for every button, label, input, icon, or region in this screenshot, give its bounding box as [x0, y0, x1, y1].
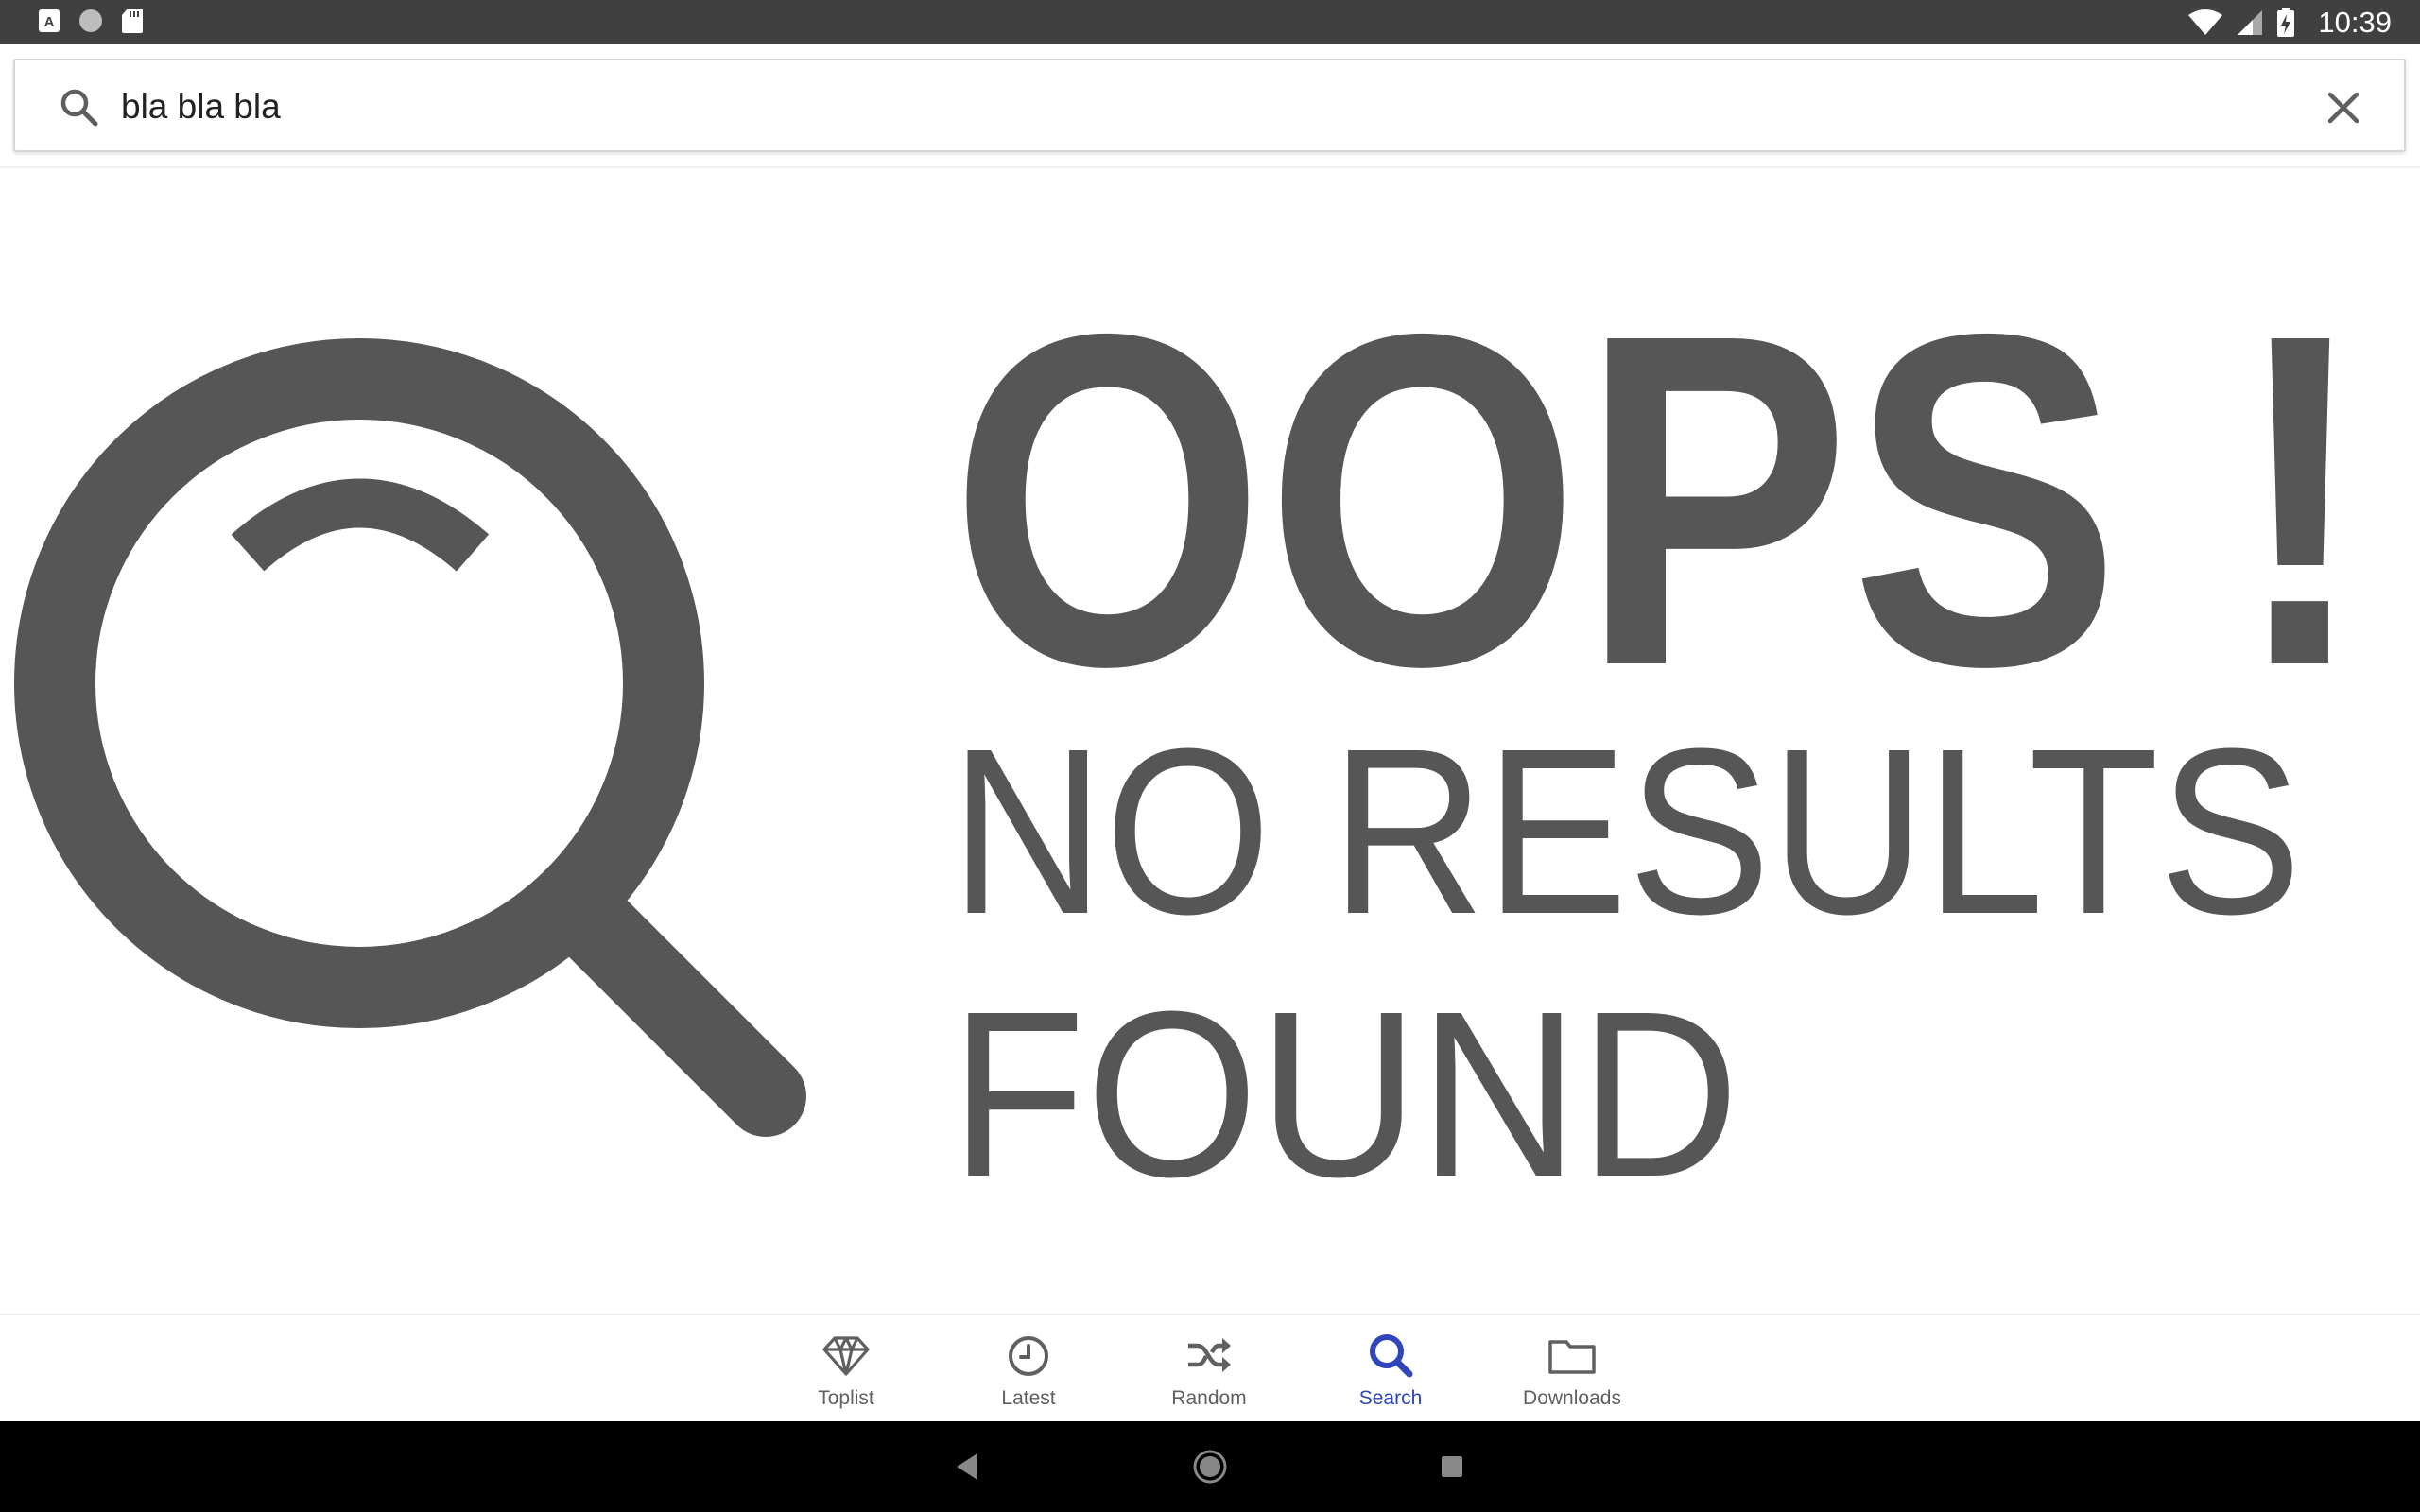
bottom-nav: Toplist Latest Random Search Downloads: [0, 1314, 2420, 1421]
system-nav-bar: [0, 1421, 2420, 1512]
search-input[interactable]: [121, 77, 2238, 136]
sd-card-icon: [122, 9, 143, 33]
svg-text:A: A: [44, 14, 55, 30]
empty-title: OOPS !: [950, 235, 2368, 764]
empty-subtitle-line2: FOUND: [950, 962, 1739, 1226]
magnifier-illustration-icon: [14, 338, 806, 1137]
diamond-icon: [822, 1336, 870, 1376]
nav-label-random: Random: [1171, 1387, 1247, 1409]
folder-icon: [1548, 1340, 1596, 1374]
nav-label-downloads: Downloads: [1523, 1387, 1621, 1409]
nav-label-toplist: Toplist: [818, 1387, 874, 1409]
nav-label-latest: Latest: [1001, 1387, 1056, 1409]
nav-random[interactable]: Random: [1133, 1329, 1285, 1419]
nav-toplist[interactable]: Toplist: [770, 1329, 922, 1419]
status-time: 10:39: [2318, 5, 2392, 39]
cell-signal-icon: [2238, 9, 2263, 35]
nav-search[interactable]: Search: [1315, 1329, 1466, 1419]
nav-downloads[interactable]: Downloads: [1496, 1329, 1648, 1419]
shuffle-icon: [1188, 1338, 1231, 1372]
no-results-illustration: OOPS ! NO RESULTS FOUND: [14, 235, 2368, 1226]
wifi-icon: [2188, 9, 2223, 35]
clock-icon: [1009, 1336, 1048, 1376]
close-icon[interactable]: [2319, 83, 2368, 132]
battery-charging-icon: [2277, 7, 2295, 37]
recents-icon[interactable]: [1433, 1448, 1471, 1486]
circle-icon: [79, 9, 102, 32]
keyboard-a-icon: A: [39, 9, 60, 32]
search-bar: [13, 59, 2406, 152]
back-icon[interactable]: [949, 1448, 987, 1486]
search-icon: [1370, 1334, 1413, 1378]
nav-latest[interactable]: Latest: [953, 1329, 1104, 1419]
search-icon: [60, 89, 98, 127]
divider: [0, 166, 2420, 168]
nav-label-search: Search: [1358, 1387, 1423, 1409]
empty-subtitle-line1: NO RESULTS: [950, 699, 2302, 963]
home-icon[interactable]: [1191, 1448, 1229, 1486]
status-bar: A 10:39: [0, 0, 2420, 44]
